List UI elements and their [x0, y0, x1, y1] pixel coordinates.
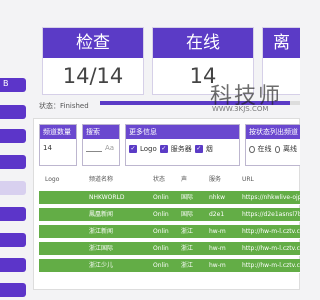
cell-server: hw-m [209, 228, 226, 235]
checkbox-label: Logo [140, 145, 157, 153]
cell-server: nhkw [209, 194, 225, 201]
stat-card-value: 14/14 [62, 64, 124, 88]
cell-source: 浙江 [181, 245, 194, 252]
sidebar-item-4[interactable] [0, 155, 26, 169]
header-status[interactable]: 状态 [153, 173, 177, 187]
table-row[interactable]: NHKWORLD Onlin 国际 nhkw https://nhkwlive-… [39, 191, 300, 205]
match-case-icon[interactable]: Aa [105, 144, 114, 152]
sidebar-item-3[interactable] [0, 129, 26, 143]
table-row[interactable]: 浙江国际 Onlin 浙江 hw-m http://hw-m-l.cztv.co [39, 242, 300, 256]
sidebar-item-9[interactable] [0, 283, 26, 297]
header-source[interactable]: 声 [181, 173, 205, 187]
sidebar-item-2[interactable] [0, 105, 26, 119]
search-input[interactable] [86, 144, 102, 152]
sidebar-item-label: B [3, 79, 9, 88]
radio-label: 在线 [257, 145, 272, 153]
stat-card-checked: 检查 14/14 [42, 27, 144, 95]
sidebar-item-6[interactable] [0, 207, 26, 221]
cell-status: Onlin [153, 245, 169, 252]
stat-card-title: 检查 [43, 28, 143, 58]
stat-card-title: 在线 [153, 28, 253, 58]
cell-status: Onlin [153, 211, 169, 218]
table-row[interactable]: 浙江少儿 Onlin 浙江 hw-m http://hw-m-l.cztv.co [39, 259, 300, 273]
cell-source: 国际 [181, 194, 194, 201]
stat-card-title: 离 [263, 28, 300, 58]
cell-channel-name: 浙江国际 [89, 245, 114, 252]
cell-status: Onlin [153, 262, 169, 269]
sidebar-item-7[interactable] [0, 233, 26, 247]
sidebar: B [0, 0, 26, 300]
sidebar-item-8[interactable] [0, 258, 26, 272]
cell-channel-name: 鳳凰新闻 [89, 211, 114, 218]
sidebar-item-1[interactable]: B [0, 78, 26, 92]
header-url[interactable]: URL [242, 173, 300, 187]
status-text: 状态：Finished [39, 102, 89, 110]
table-header: Logo 频道名称 状态 声 服务 URL [39, 173, 300, 187]
cell-url: http://hw-m-l.cztv.co [242, 228, 300, 235]
watermark-url: WWW.3KJS.COM [212, 105, 269, 113]
server-checkbox[interactable]: ✓ [159, 145, 168, 153]
cell-server: hw-m [209, 262, 226, 269]
cell-source: 浙江 [181, 262, 194, 269]
logo-checkbox[interactable]: ✓ [129, 145, 137, 153]
radio-label: 离线 [283, 145, 297, 153]
table-row[interactable]: 浙江新闻 Onlin 浙江 hw-m http://hw-m-l.cztv.co [39, 225, 300, 239]
cell-source: 浙江 [181, 228, 194, 235]
cell-channel-name: 浙江新闻 [89, 228, 114, 235]
offline-radio[interactable] [274, 145, 280, 153]
cell-url: https://nhkwlive-ojp [242, 194, 300, 201]
more-info-label: 更多信息 [126, 125, 239, 139]
channel-count-box: 频道数量 14 [39, 124, 77, 166]
header-channel-name[interactable]: 频道名称 [89, 173, 149, 187]
cell-source: 国际 [181, 211, 194, 218]
cell-url: http://hw-m-l.cztv.co [242, 262, 300, 269]
cell-channel-name: NHKWORLD [89, 194, 125, 201]
cell-status: Onlin [153, 228, 169, 235]
cell-url: https://d2e1asnsl7b [242, 211, 300, 218]
sidebar-item-5[interactable] [0, 181, 26, 195]
cell-server: hw-m [209, 245, 226, 252]
cell-channel-name: 浙江少儿 [89, 262, 114, 269]
channel-count-value: 14 [43, 144, 52, 152]
channel-count-label: 频道数量 [40, 125, 76, 139]
checkbox-label: 服务器 [170, 145, 192, 153]
sort-label: 按状态列出频道 [246, 125, 300, 139]
checkbox-label: 烟 [205, 145, 213, 153]
online-radio[interactable] [249, 145, 255, 153]
sort-box: 按状态列出频道 在线 离线 [245, 124, 300, 166]
search-label: 搜索 [83, 125, 119, 139]
extra-checkbox[interactable]: ✓ [194, 145, 203, 153]
header-server[interactable]: 服务 [209, 173, 239, 187]
header-logo[interactable]: Logo [45, 173, 81, 187]
search-box: 搜索 Aa [82, 124, 120, 166]
cell-url: http://hw-m-l.cztv.co [242, 245, 300, 252]
more-info-box: 更多信息 ✓ Logo ✓ 服务器 ✓ 烟 [125, 124, 240, 166]
cell-status: Onlin [153, 194, 169, 201]
cell-server: d2e1 [209, 211, 225, 218]
table-row[interactable]: 鳳凰新闻 Onlin 国际 d2e1 https://d2e1asnsl7b [39, 208, 300, 222]
